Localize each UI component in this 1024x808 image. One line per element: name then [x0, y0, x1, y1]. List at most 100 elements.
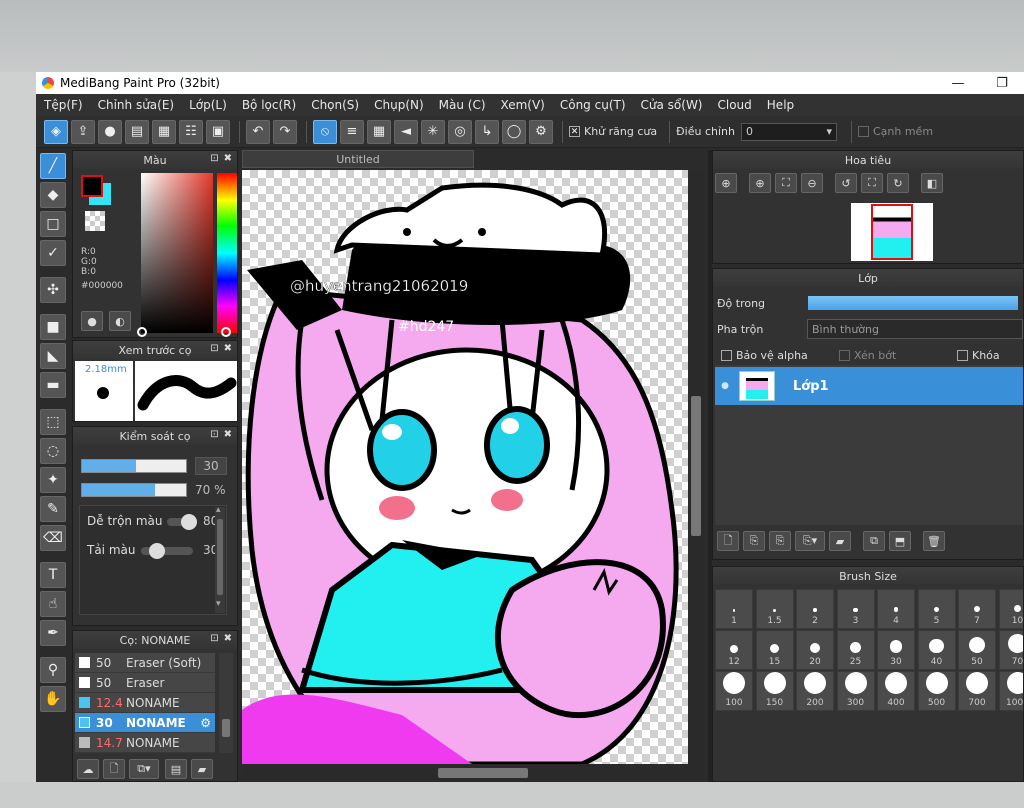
add-layer-menu-icon[interactable]: ⎘▾ [795, 531, 825, 551]
snap-settings-icon[interactable]: ⚙ [529, 119, 553, 144]
brush-size-cell[interactable]: 1 [715, 589, 753, 629]
scroll-up-icon[interactable]: ▴ [216, 505, 221, 515]
brush-size-cell[interactable]: 50 [958, 630, 996, 670]
grid-snap-icon[interactable]: ▦ [367, 119, 391, 144]
canvas-vertical-scrollbar[interactable] [688, 170, 704, 764]
correction-tool-icon[interactable]: ✓ [40, 240, 66, 266]
brush-size-cell[interactable]: 4 [877, 589, 915, 629]
new-halftone-layer-icon[interactable]: ⎘ [743, 531, 765, 551]
menu-cloud[interactable]: Cloud [718, 98, 752, 112]
perspective-snap-icon[interactable]: ◄ [394, 119, 418, 144]
brush-size-cell[interactable]: 500 [917, 671, 956, 711]
brush-item[interactable]: 14.7 NONAME [75, 733, 215, 753]
undo-icon[interactable]: ↶ [246, 119, 270, 144]
brush-opacity-slider[interactable] [81, 483, 187, 497]
text-tool-icon[interactable]: T [40, 562, 66, 588]
close-icon[interactable]: ✖ [224, 153, 232, 164]
brush-size-cell[interactable]: 2 [796, 589, 834, 629]
delete-layer-icon[interactable]: 🗑 [923, 531, 945, 551]
fill-rectangle-tool-icon[interactable]: ■ [40, 314, 66, 340]
duplicate-brush-icon[interactable]: ⧉▾ [129, 759, 159, 779]
undock-icon[interactable]: ⊡ [210, 633, 218, 644]
smooth-edge-checkbox[interactable] [857, 126, 869, 137]
brush-size-cell[interactable]: 700 [958, 671, 996, 711]
adjust-select[interactable]: 0 ▾ [740, 122, 837, 141]
brush-properties-icon[interactable]: ▤ [165, 759, 187, 779]
navigator-thumbnail[interactable] [851, 203, 933, 261]
brush-size-cell[interactable]: 15 [755, 630, 794, 670]
document-tab[interactable]: Untitled [242, 150, 474, 168]
canvas-horizontal-scrollbar[interactable] [242, 764, 704, 782]
select-tool-icon[interactable]: ⬚ [40, 409, 66, 435]
brush-size-cell[interactable]: 300 [836, 671, 875, 711]
vertical-scroll-thumb[interactable] [691, 396, 701, 536]
snap-off-icon[interactable]: ⦸ [313, 119, 337, 144]
paint-load-slider[interactable] [141, 543, 193, 559]
lock-checkbox[interactable] [957, 350, 968, 361]
undock-icon[interactable]: ⊡ [210, 343, 218, 354]
menu-help[interactable]: Help [767, 98, 794, 112]
brush-list-scrollbar[interactable] [219, 653, 233, 753]
brush-size-cell[interactable]: 3 [836, 589, 875, 629]
cloud-brush-icon[interactable]: ☁ [77, 759, 99, 779]
brush-size-cell[interactable]: 150 [755, 671, 794, 711]
brush-size-cell[interactable]: 100 [715, 671, 753, 711]
pen-tool-icon[interactable]: ✒ [40, 620, 66, 646]
layer-icon[interactable]: ◈ [44, 119, 68, 144]
lasso-tool-icon[interactable]: ◌ [40, 438, 66, 464]
rotate-left-icon[interactable]: ↺ [835, 173, 857, 193]
close-icon[interactable]: ✖ [224, 633, 232, 644]
brush-size-cell[interactable]: 40 [917, 630, 956, 670]
export-icon[interactable]: ⇪ [71, 119, 95, 144]
redo-icon[interactable]: ↷ [273, 119, 297, 144]
undock-icon[interactable]: ⊡ [210, 153, 218, 164]
hand-tool-icon[interactable]: ✋ [40, 686, 66, 712]
layer-blend-select[interactable]: Bình thường [807, 319, 1023, 339]
rectangle-tool-icon[interactable]: □ [40, 211, 66, 237]
hue-slider[interactable] [217, 173, 237, 337]
select-eraser-tool-icon[interactable]: ⌫ [40, 525, 66, 551]
brush-size-slider[interactable] [81, 459, 187, 473]
eyedropper-tool-icon[interactable]: ⚲ [40, 657, 66, 683]
new-layer-icon[interactable]: 🗋 [717, 531, 739, 551]
brush-folder-icon[interactable]: ▰ [191, 759, 213, 779]
brush-options-scrollbar[interactable]: ▴ ▾ [215, 505, 225, 613]
protect-alpha-checkbox[interactable] [721, 350, 732, 361]
menu-color[interactable]: Màu (C) [439, 98, 486, 112]
protect-alpha-option[interactable]: Bảo vệ alpha [721, 349, 808, 362]
magic-wand-tool-icon[interactable]: ✦ [40, 467, 66, 493]
clipping-option[interactable]: Xén bớt [839, 349, 896, 362]
menu-layer[interactable]: Lớp(L) [189, 98, 227, 112]
brush-item[interactable]: 50 Eraser (Soft) [75, 653, 215, 673]
brush-size-cell[interactable]: 10 [998, 589, 1023, 629]
radial-snap-icon[interactable]: ✳ [421, 119, 445, 144]
brush-tool-icon[interactable]: ╱ [40, 153, 66, 179]
brush-size-cell[interactable]: 25 [836, 630, 875, 670]
blend-slider[interactable] [167, 514, 198, 530]
foreground-color-swatch[interactable] [81, 175, 103, 197]
brush-item[interactable]: 50 Eraser [75, 673, 215, 693]
menu-window[interactable]: Cửa sổ(W) [641, 98, 703, 112]
brush-size-cell[interactable]: 1000 [998, 671, 1023, 711]
fit-window-icon[interactable]: ⛶ [775, 173, 797, 193]
duplicate-layer-icon[interactable]: ⧉ [863, 531, 885, 551]
color-palette-icon[interactable]: ● [81, 311, 103, 331]
minimize-button[interactable]: — [936, 72, 980, 94]
gradient-tool-icon[interactable]: ▬ [40, 372, 66, 398]
transparent-color-swatch[interactable] [85, 211, 105, 231]
grid-icon[interactable]: ▣ [206, 119, 230, 144]
curve-snap-icon[interactable]: ↳ [475, 119, 499, 144]
merge-layer-icon[interactable]: ⬒ [889, 531, 911, 551]
bucket-tool-icon[interactable]: ◣ [40, 343, 66, 369]
scroll-thumb[interactable] [217, 519, 223, 595]
ellipse-snap-icon[interactable]: ◯ [502, 119, 526, 144]
brush-size-cell[interactable]: 70 [998, 630, 1023, 670]
close-icon[interactable]: ✖ [224, 429, 232, 440]
zoom-out-icon[interactable]: ⊖ [801, 173, 823, 193]
menu-file[interactable]: Tệp(F) [44, 98, 83, 112]
restore-button[interactable]: ❐ [980, 72, 1024, 94]
menu-select[interactable]: Chọn(S) [311, 98, 359, 112]
brush-size-cell[interactable]: 30 [877, 630, 915, 670]
layer-row[interactable]: ● Lớp1 [715, 367, 1023, 405]
menu-tools[interactable]: Công cụ(T) [560, 98, 626, 112]
